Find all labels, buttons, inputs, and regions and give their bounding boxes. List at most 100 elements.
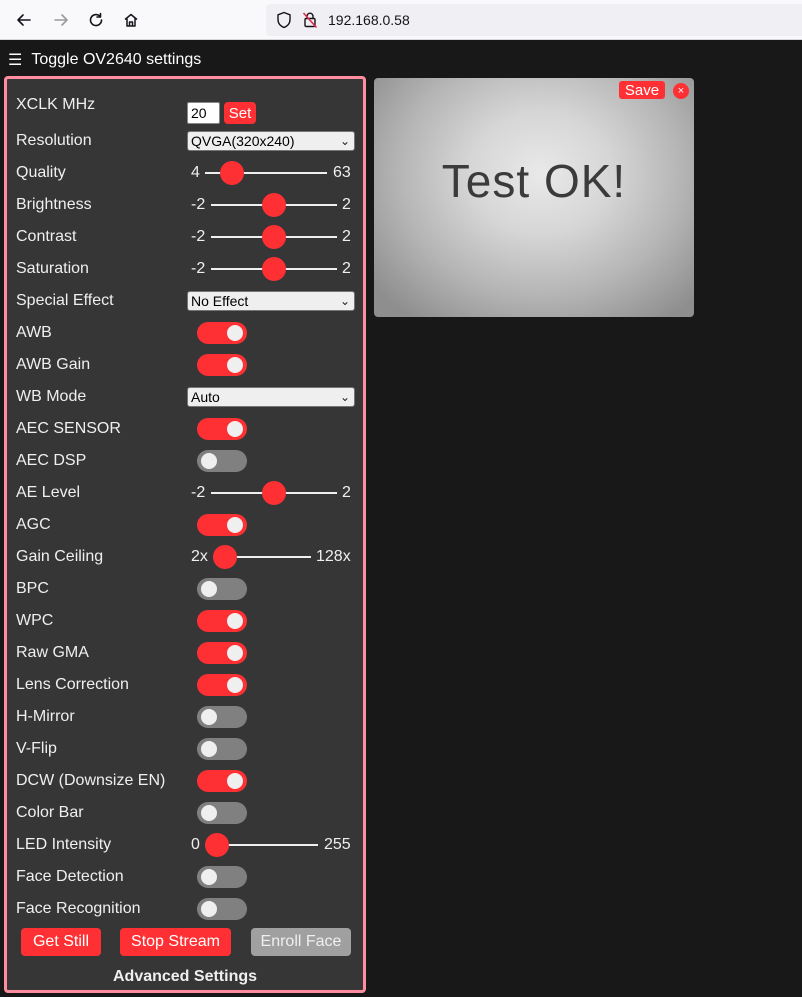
enroll-face-button[interactable]: Enroll Face [251,928,351,956]
stream-image-text: Test OK! [441,155,627,207]
toggle-knob [227,645,243,661]
led-intensity-min: 0 [191,836,200,853]
ae-level-label: AE Level [16,484,81,501]
agc-row: AGC [7,509,363,541]
settings-panel: XCLK MHz 20 Set Resolution QVGA(320x240)… [4,76,366,993]
color-bar-row: Color Bar [7,797,363,829]
wb-mode-row: WB Mode Auto ⌄ [7,381,363,413]
agc-toggle[interactable] [197,514,247,536]
special-effect-select[interactable]: No Effect ⌄ [187,291,355,311]
saturation-slider-thumb[interactable] [262,257,286,281]
ae-level-slider-thumb[interactable] [262,481,286,505]
led-intensity-slider-thumb[interactable] [205,833,229,857]
wpc-label: WPC [16,612,54,629]
gain-ceiling-min: 2x [191,548,208,565]
xclk-row: XCLK MHz 20 Set [7,87,363,124]
face-recognition-label: Face Recognition [16,900,141,917]
header-title: Toggle OV2640 settings [31,51,202,68]
reload-icon [89,12,103,27]
address-bar[interactable]: 192.168.0.58 [266,4,802,36]
raw-gma-toggle[interactable] [197,642,247,664]
url-text: 192.168.0.58 [328,12,410,28]
color-bar-toggle[interactable] [197,802,247,824]
wb-mode-select[interactable]: Auto ⌄ [187,387,355,407]
quality-slider-thumb[interactable] [220,161,244,185]
toggle-knob [227,421,243,437]
face-recognition-toggle[interactable] [197,898,247,920]
gain-ceiling-slider-thumb[interactable] [213,545,237,569]
contrast-min: -2 [191,228,206,245]
aec-sensor-toggle[interactable] [197,418,247,440]
v-flip-row: V-Flip [7,733,363,765]
agc-label: AGC [16,516,51,533]
insecure-lock-icon [302,12,318,29]
xclk-input[interactable]: 20 [187,102,220,124]
contrast-label: Contrast [16,228,77,245]
awb-label: AWB [16,324,52,341]
forward-button[interactable] [47,6,75,34]
resolution-select[interactable]: QVGA(320x240) ⌄ [187,131,355,151]
h-mirror-row: H-Mirror [7,701,363,733]
toggle-knob [227,517,243,533]
wpc-toggle[interactable] [197,610,247,632]
home-icon [124,13,138,27]
aec-dsp-row: AEC DSP [7,445,363,477]
awb-toggle[interactable] [197,322,247,344]
home-button[interactable] [117,6,145,34]
dcw-toggle[interactable] [197,770,247,792]
wb-mode-label: WB Mode [16,388,87,405]
contrast-slider-thumb[interactable] [262,225,286,249]
stream-image: Test OK! [374,78,694,317]
toggle-knob [227,613,243,629]
aec-dsp-toggle[interactable] [197,450,247,472]
awb-gain-toggle[interactable] [197,354,247,376]
xclk-set-button[interactable]: Set [224,102,256,124]
brightness-slider-thumb[interactable] [262,193,286,217]
reload-button[interactable] [82,6,110,34]
quality-min: 4 [191,164,200,181]
toggle-knob [201,581,217,597]
saturation-row: Saturation -2 2 [7,253,363,285]
toggle-knob [227,325,243,341]
toggle-knob [201,869,217,885]
gain-ceiling-max: 128x [316,548,351,565]
saturation-label: Saturation [16,260,89,277]
close-icon[interactable]: × [673,83,689,99]
stop-stream-button[interactable]: Stop Stream [120,928,231,956]
awb-row: AWB [7,317,363,349]
xclk-label: XCLK MHz [16,96,96,113]
get-still-button[interactable]: Get Still [21,928,101,956]
v-flip-toggle[interactable] [197,738,247,760]
quality-max: 63 [333,164,351,181]
saturation-max: 2 [342,260,351,277]
browser-toolbar: 192.168.0.58 [0,0,802,40]
lens-correction-label: Lens Correction [16,676,129,693]
v-flip-label: V-Flip [16,740,57,757]
h-mirror-toggle[interactable] [197,706,247,728]
save-button[interactable]: Save [619,81,665,99]
bpc-toggle[interactable] [197,578,247,600]
toggle-knob [201,453,217,469]
aec-sensor-label: AEC SENSOR [16,420,121,437]
special-effect-value: No Effect [191,293,249,309]
face-detection-toggle[interactable] [197,866,247,888]
toggle-knob [201,805,217,821]
gain-ceiling-row: Gain Ceiling 2x 128x [7,541,363,573]
toggle-knob [201,741,217,757]
color-bar-label: Color Bar [16,804,84,821]
toggle-knob [201,709,217,725]
chevron-down-icon: ⌄ [339,294,350,308]
lens-correction-toggle[interactable] [197,674,247,696]
dcw-label: DCW (Downsize EN) [16,772,166,789]
menu-icon: ☰ [8,52,23,69]
chevron-down-icon: ⌄ [339,134,350,148]
settings-toggle-header[interactable]: ☰ Toggle OV2640 settings [8,49,201,71]
back-button[interactable] [10,6,38,34]
contrast-row: Contrast -2 2 [7,221,363,253]
advanced-settings-toggle[interactable]: Advanced Settings [7,968,363,986]
h-mirror-label: H-Mirror [16,708,75,725]
brightness-row: Brightness -2 2 [7,189,363,221]
ae-level-max: 2 [342,484,351,501]
face-detection-row: Face Detection [7,861,363,893]
brightness-max: 2 [342,196,351,213]
